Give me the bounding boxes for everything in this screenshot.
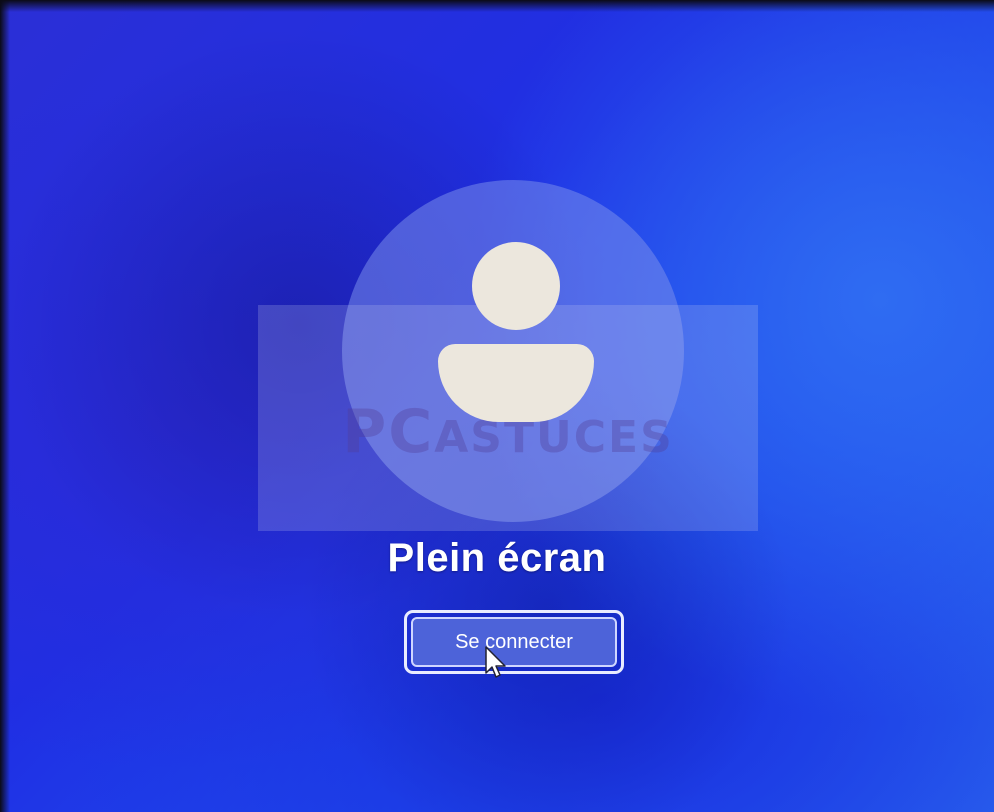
sign-in-button[interactable]: Se connecter: [404, 610, 624, 674]
lock-screen-background: PCASTUCES Plein écran Se connecter: [0, 0, 994, 812]
user-avatar-icon-head: [472, 242, 560, 330]
sign-in-button-label[interactable]: Se connecter: [411, 617, 617, 667]
mouse-pointer-icon: [485, 646, 506, 678]
screen-bezel-top: [0, 0, 994, 12]
user-name-label: Plein écran: [387, 536, 607, 580]
screen-bezel-left: [0, 0, 10, 812]
